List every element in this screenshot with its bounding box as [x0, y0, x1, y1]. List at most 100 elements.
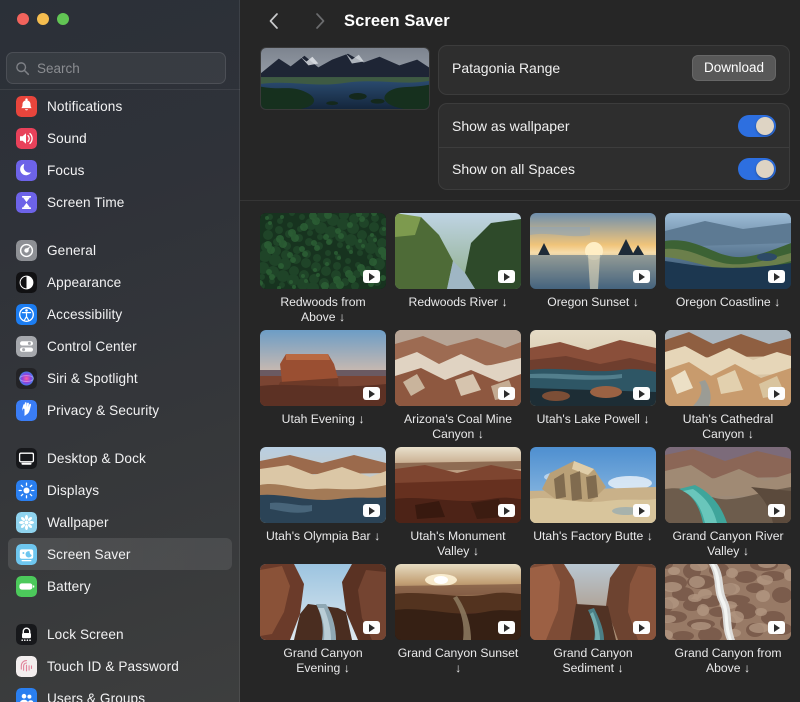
gallery-thumbnail[interactable]	[665, 447, 791, 523]
gallery-item-oregon-coastline[interactable]: Oregon Coastline ↓	[665, 213, 791, 324]
gallery-item-utah-s-olympia-bar[interactable]: Utah's Olympia Bar ↓	[260, 447, 386, 558]
sidebar-item-appearance[interactable]: Appearance	[8, 266, 232, 298]
play-icon[interactable]	[498, 387, 515, 400]
gallery-item-label: Utah's Olympia Bar ↓	[260, 529, 386, 544]
gallery-item-oregon-sunset[interactable]: Oregon Sunset ↓	[530, 213, 656, 324]
sidebar-item-screen-time[interactable]: Screen Time	[8, 186, 232, 218]
gallery-item-grand-canyon-evening[interactable]: Grand Canyon Evening ↓	[260, 564, 386, 675]
play-icon[interactable]	[498, 504, 515, 517]
sidebar-item-label: Wallpaper	[47, 515, 109, 530]
forward-button[interactable]	[308, 9, 332, 33]
gallery-thumbnail[interactable]	[665, 564, 791, 640]
touch-id-icon	[16, 656, 37, 677]
sidebar-item-label: Appearance	[47, 275, 121, 290]
show-as-wallpaper-toggle[interactable]	[738, 115, 776, 137]
minimize-button[interactable]	[37, 13, 49, 25]
close-button[interactable]	[17, 13, 29, 25]
gallery-item-redwoods-from-above[interactable]: Redwoods from Above ↓	[260, 213, 386, 324]
gallery-thumbnail[interactable]	[530, 330, 656, 406]
gallery-thumbnail[interactable]	[260, 330, 386, 406]
sidebar-item-screen-saver[interactable]: Screen Saver	[8, 538, 232, 570]
sidebar-item-control-center[interactable]: Control Center	[8, 330, 232, 362]
gallery-item-grand-canyon-sunset[interactable]: Grand Canyon Sunset ↓	[395, 564, 521, 675]
play-icon[interactable]	[633, 270, 650, 283]
gallery-item-grand-canyon-sediment[interactable]: Grand Canyon Sediment ↓	[530, 564, 656, 675]
play-icon[interactable]	[363, 387, 380, 400]
gallery-thumbnail[interactable]	[665, 213, 791, 289]
gallery-thumbnail[interactable]	[260, 213, 386, 289]
sidebar-item-touch-id-password[interactable]: Touch ID & Password	[8, 650, 232, 682]
sidebar-item-displays[interactable]: Displays	[8, 474, 232, 506]
gallery-item-redwoods-river[interactable]: Redwoods River ↓	[395, 213, 521, 324]
play-icon[interactable]	[363, 621, 380, 634]
gallery-thumbnail[interactable]	[395, 564, 521, 640]
sidebar-item-lock-screen[interactable]: Lock Screen	[8, 618, 232, 650]
gallery-scroll-area[interactable]: Redwoods from Above ↓Redwoods River ↓Ore…	[240, 201, 800, 702]
play-triangle	[639, 624, 645, 632]
gallery-thumbnail[interactable]	[260, 447, 386, 523]
gallery-item-label: Grand Canyon Sediment ↓	[530, 646, 656, 675]
play-icon[interactable]	[498, 621, 515, 634]
gallery-thumbnail[interactable]	[665, 330, 791, 406]
sidebar-item-notifications[interactable]: Notifications	[8, 90, 232, 122]
gallery-item-utah-s-cathedral-canyon[interactable]: Utah's Cathedral Canyon ↓	[665, 330, 791, 441]
sidebar-scroll-area[interactable]: NotificationsSoundFocusScreen Time Genera…	[0, 90, 240, 702]
play-icon[interactable]	[768, 504, 785, 517]
play-icon[interactable]	[633, 387, 650, 400]
gallery-thumbnail[interactable]	[530, 447, 656, 523]
play-icon[interactable]	[498, 270, 515, 283]
sidebar-item-sound[interactable]: Sound	[8, 122, 232, 154]
saver-preview-thumbnail[interactable]	[260, 47, 430, 110]
gallery-item-utah-s-lake-powell[interactable]: Utah's Lake Powell ↓	[530, 330, 656, 441]
gallery-item-utah-evening[interactable]: Utah Evening ↓	[260, 330, 386, 441]
gallery-thumbnail[interactable]	[530, 564, 656, 640]
play-icon[interactable]	[768, 387, 785, 400]
gallery-thumbnail[interactable]	[395, 330, 521, 406]
lock-screen-icon	[16, 624, 37, 645]
play-icon[interactable]	[363, 270, 380, 283]
gallery-item-grand-canyon-river-valley[interactable]: Grand Canyon River Valley ↓	[665, 447, 791, 558]
gallery-item-utah-s-monument-valley[interactable]: Utah's Monument Valley ↓	[395, 447, 521, 558]
gallery-thumbnail[interactable]	[395, 213, 521, 289]
gallery-thumbnail[interactable]	[530, 213, 656, 289]
gallery-item-label: Grand Canyon River Valley ↓	[665, 529, 791, 558]
sidebar-item-users-groups[interactable]: Users & Groups	[8, 682, 232, 702]
sidebar-item-focus[interactable]: Focus	[8, 154, 232, 186]
back-button[interactable]	[262, 9, 286, 33]
search-field[interactable]	[6, 52, 226, 84]
gallery-thumbnail[interactable]	[260, 564, 386, 640]
search-input[interactable]	[37, 61, 217, 76]
play-icon[interactable]	[768, 270, 785, 283]
sidebar-item-accessibility[interactable]: Accessibility	[8, 298, 232, 330]
sidebar-item-wallpaper[interactable]: Wallpaper	[8, 506, 232, 538]
notifications-icon	[16, 96, 37, 117]
gallery-thumbnail[interactable]	[395, 447, 521, 523]
sidebar-item-label: Accessibility	[47, 307, 122, 322]
sidebar-item-label: Privacy & Security	[47, 403, 159, 418]
gallery-item-arizona-s-coal-mine-canyon[interactable]: Arizona's Coal Mine Canyon ↓	[395, 330, 521, 441]
play-icon[interactable]	[633, 504, 650, 517]
sidebar-group-gap	[8, 602, 232, 618]
play-triangle	[369, 624, 375, 632]
play-icon[interactable]	[363, 504, 380, 517]
sidebar-item-general[interactable]: General	[8, 234, 232, 266]
sidebar-item-battery[interactable]: Battery	[8, 570, 232, 602]
gallery-item-grand-canyon-from-above[interactable]: Grand Canyon from Above ↓	[665, 564, 791, 675]
sidebar-item-label: Users & Groups	[47, 691, 145, 702]
sidebar-item-label: Touch ID & Password	[47, 659, 179, 674]
download-button[interactable]: Download	[692, 55, 776, 81]
sidebar-item-desktop-dock[interactable]: Desktop & Dock	[8, 442, 232, 474]
play-triangle	[639, 507, 645, 515]
show-on-all-spaces-toggle[interactable]	[738, 158, 776, 180]
focus-icon	[16, 160, 37, 181]
sidebar-item-privacy-security[interactable]: Privacy & Security	[8, 394, 232, 426]
screen-saver-icon	[16, 544, 37, 565]
gallery-item-utah-s-factory-butte[interactable]: Utah's Factory Butte ↓	[530, 447, 656, 558]
play-icon[interactable]	[768, 621, 785, 634]
zoom-button[interactable]	[57, 13, 69, 25]
play-triangle	[639, 273, 645, 281]
play-triangle	[369, 390, 375, 398]
sidebar-item-siri-spotlight[interactable]: Siri & Spotlight	[8, 362, 232, 394]
play-triangle	[504, 390, 510, 398]
play-icon[interactable]	[633, 621, 650, 634]
